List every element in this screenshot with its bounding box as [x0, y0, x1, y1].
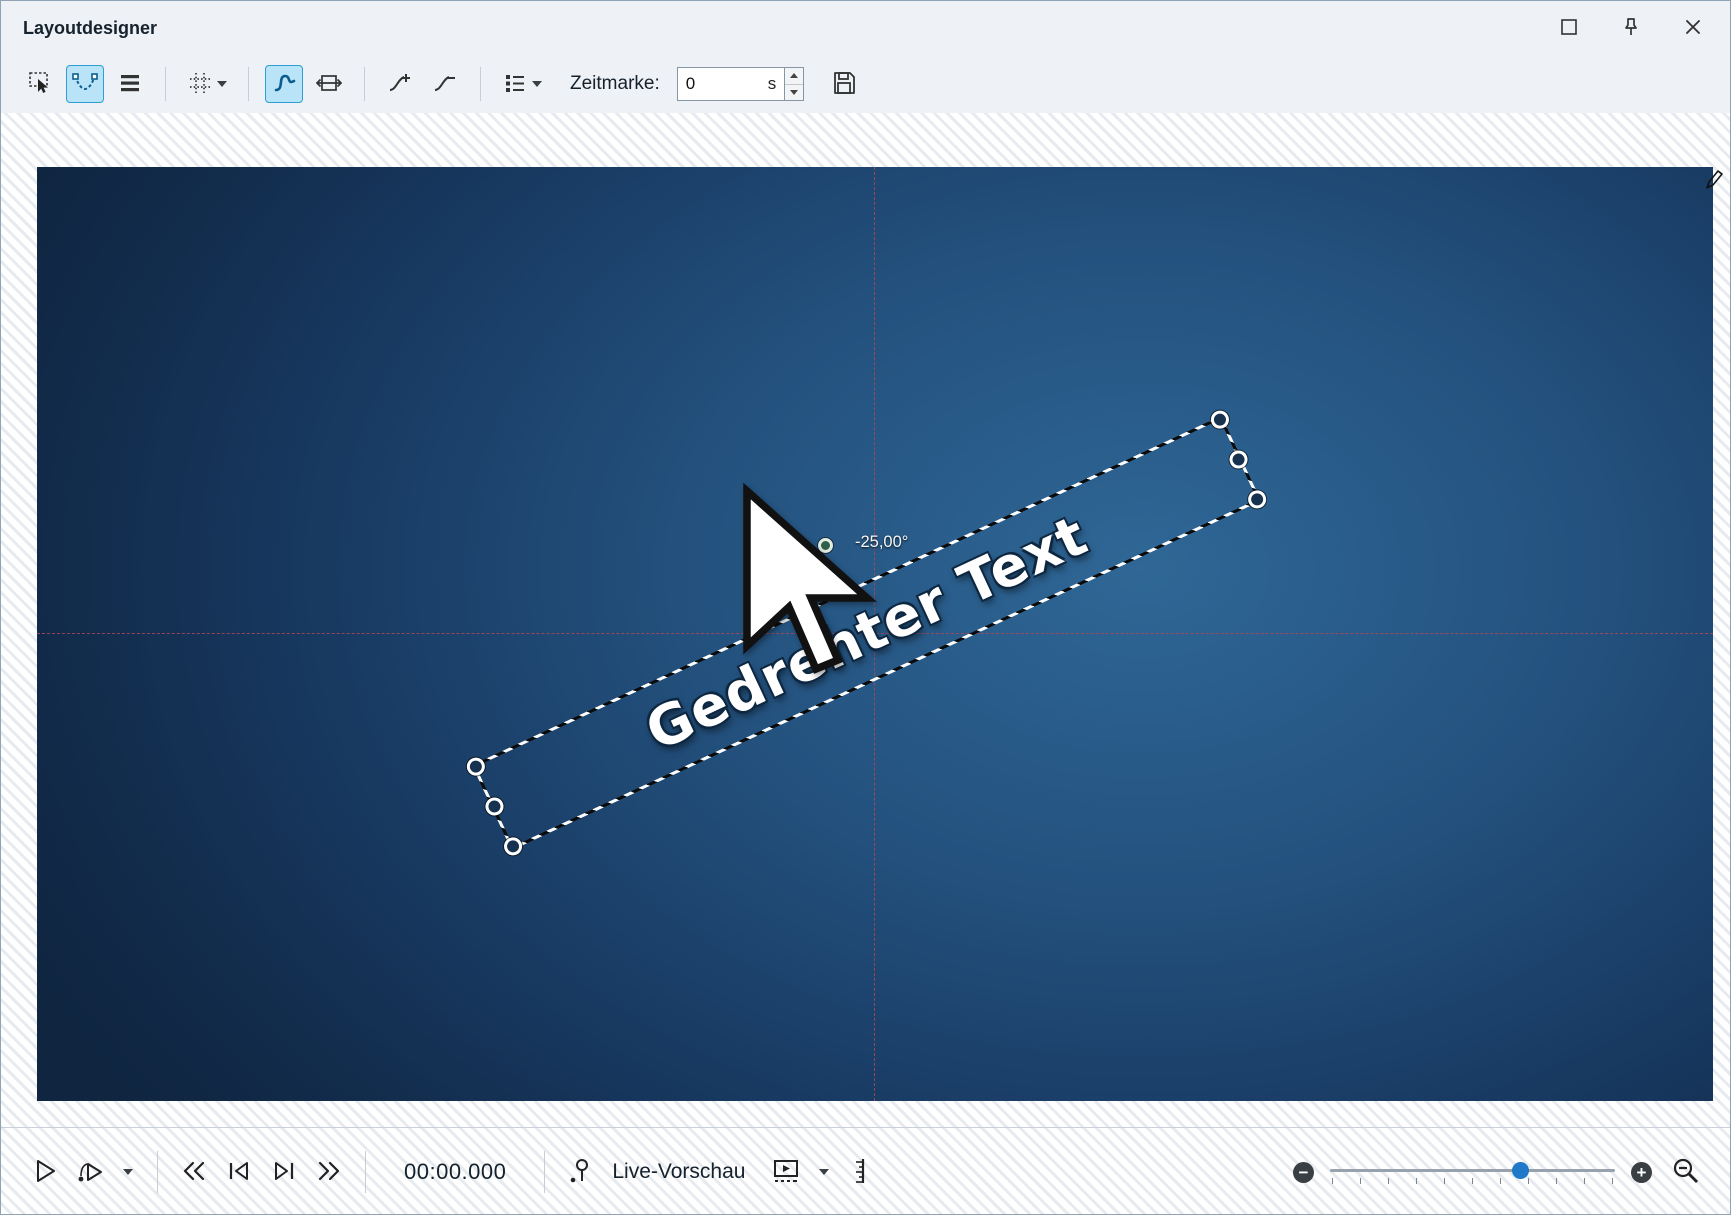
chevron-down-icon: [819, 1169, 829, 1175]
main-toolbar: Zeitmarke: s: [1, 55, 1730, 113]
grid-button[interactable]: [182, 65, 232, 103]
pin-icon: [1620, 16, 1642, 41]
chevron-down-icon: [532, 81, 542, 87]
keyframe-list-button[interactable]: [497, 65, 547, 103]
zoom-fit-button[interactable]: [1668, 1154, 1704, 1190]
transport-separator: [544, 1151, 545, 1193]
zeitmarke-field: s: [677, 67, 805, 101]
spin-down-button[interactable]: [785, 84, 803, 101]
select-object-button[interactable]: [21, 65, 59, 103]
spin-up-icon: [790, 73, 798, 78]
play-button[interactable]: [27, 1154, 63, 1190]
live-preview-label: Live-Vorschau: [612, 1160, 745, 1184]
fast-forward-icon: [314, 1156, 344, 1189]
selection-handle-top-left[interactable]: [464, 755, 488, 779]
fast-forward-button[interactable]: [311, 1154, 347, 1190]
zeitmarke-input[interactable]: [678, 68, 768, 100]
transport-bar: 00:00.000 Live-Vorschau: [1, 1127, 1730, 1215]
selection-handle-bottom-right[interactable]: [1245, 487, 1269, 511]
tracks-button[interactable]: [111, 65, 149, 103]
zoom-slider[interactable]: [1330, 1156, 1615, 1188]
zoom-slider-ticks: [1332, 1178, 1613, 1184]
close-icon: [1682, 16, 1704, 41]
zoom-in-button[interactable]: +: [1631, 1162, 1652, 1183]
title-bar: Layoutdesigner: [1, 1, 1730, 55]
zoom-fit-icon: [1671, 1156, 1701, 1189]
spin-up-button[interactable]: [785, 68, 803, 84]
remove-keyframe-button[interactable]: [426, 65, 464, 103]
previous-frame-button[interactable]: [221, 1154, 257, 1190]
window-controls: [1554, 13, 1708, 43]
selection-handle-middle-left[interactable]: [483, 795, 507, 819]
play-from-marker-icon: [75, 1156, 105, 1189]
pen-cursor-icon: [1704, 169, 1724, 196]
play-options-dropdown[interactable]: [117, 1154, 139, 1190]
keyframe-curve-button[interactable]: [66, 65, 104, 103]
preview-window-button[interactable]: [768, 1154, 804, 1190]
save-icon: [830, 69, 858, 100]
save-button[interactable]: [825, 65, 863, 103]
zoom-in-icon: +: [1637, 1163, 1647, 1182]
add-keyframe-icon: [387, 70, 413, 99]
time-display: 00:00.000: [404, 1159, 506, 1185]
design-canvas[interactable]: Gedrehter Text -25,00°: [37, 167, 1713, 1101]
spin-down-icon: [790, 90, 798, 95]
layoutdesigner-window: Layoutdesigner: [0, 0, 1731, 1215]
remove-keyframe-icon: [432, 70, 458, 99]
selection-handle-bottom-left[interactable]: [501, 834, 525, 858]
zeitmarke-spinner: [784, 68, 803, 100]
keyframe-list-icon: [502, 70, 528, 99]
toolbar-separator: [480, 67, 481, 101]
zoom-slider-track[interactable]: [1330, 1169, 1615, 1172]
zoom-out-icon: −: [1299, 1163, 1309, 1182]
measure-button[interactable]: [844, 1154, 880, 1190]
motion-path-button[interactable]: [265, 65, 303, 103]
selection-handle-top-right[interactable]: [1208, 408, 1232, 432]
keyframe-curve-icon: [72, 70, 98, 99]
toolbar-separator: [248, 67, 249, 101]
pin-button[interactable]: [1616, 13, 1646, 43]
toolbar-separator: [165, 67, 166, 101]
transport-separator: [365, 1151, 366, 1193]
rewind-icon: [179, 1156, 209, 1189]
next-frame-button[interactable]: [266, 1154, 302, 1190]
toolbar-separator: [364, 67, 365, 101]
zeitmarke-label: Zeitmarke:: [570, 73, 660, 95]
select-object-icon: [27, 70, 53, 99]
live-preview-icon: [566, 1156, 596, 1189]
motion-path-icon: [271, 70, 297, 99]
measure-icon: [849, 1156, 875, 1189]
live-preview-button[interactable]: [563, 1154, 599, 1190]
zoom-controls: − +: [1293, 1154, 1704, 1190]
grid-icon: [187, 70, 213, 99]
preview-options-dropdown[interactable]: [813, 1154, 835, 1190]
previous-frame-icon: [224, 1156, 254, 1189]
chevron-down-icon: [123, 1169, 133, 1175]
next-frame-icon: [269, 1156, 299, 1189]
rewind-button[interactable]: [176, 1154, 212, 1190]
maximize-icon: [1558, 16, 1580, 41]
close-button[interactable]: [1678, 13, 1708, 43]
chevron-down-icon: [217, 81, 227, 87]
zoom-slider-handle[interactable]: [1512, 1162, 1529, 1179]
work-area: Gedrehter Text -25,00°: [1, 113, 1730, 1214]
maximize-button[interactable]: [1554, 13, 1584, 43]
zeitmarke-unit: s: [768, 74, 785, 94]
transform-frame-button[interactable]: [310, 65, 348, 103]
play-icon: [30, 1156, 60, 1189]
transport-separator: [157, 1151, 158, 1193]
zoom-out-button[interactable]: −: [1293, 1162, 1314, 1183]
preview-window-icon: [771, 1156, 801, 1189]
cursor-arrow: [737, 481, 877, 686]
play-from-marker-button[interactable]: [72, 1154, 108, 1190]
window-title: Layoutdesigner: [23, 18, 157, 39]
transform-frame-icon: [316, 70, 342, 99]
add-keyframe-button[interactable]: [381, 65, 419, 103]
selection-handle-middle-right[interactable]: [1227, 448, 1251, 472]
tracks-icon: [117, 70, 143, 99]
